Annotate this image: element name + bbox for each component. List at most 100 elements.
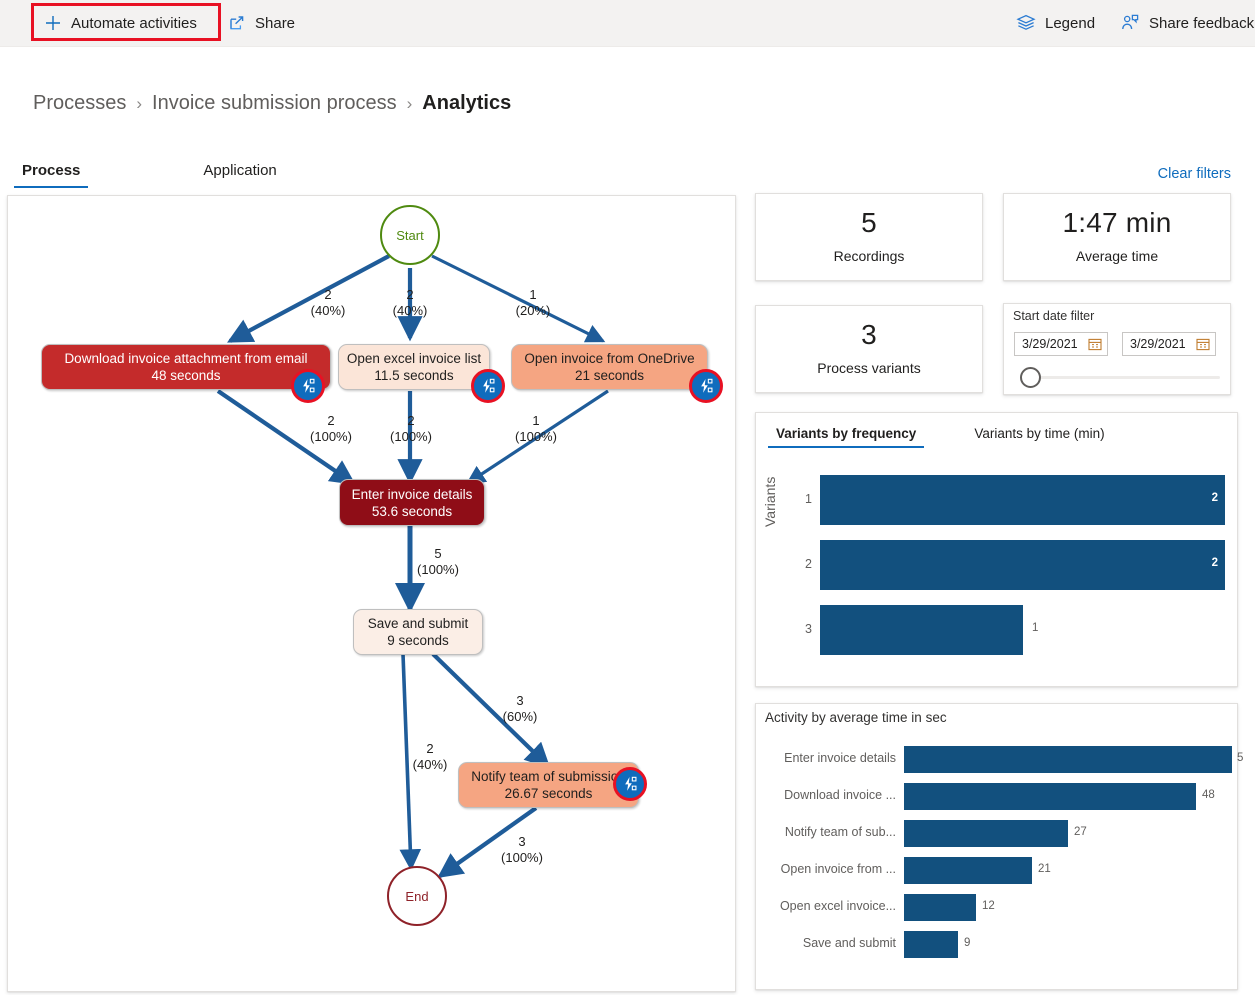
activity-bar-label: Open invoice from ... xyxy=(770,862,896,876)
activity-bar[interactable] xyxy=(904,931,958,958)
edge-label-start-onedrive: 1(20%) xyxy=(503,287,563,319)
activity-bar-row[interactable]: Notify team of sub... 27 xyxy=(756,820,1237,847)
kpi-label: Average time xyxy=(1004,248,1230,264)
activity-bar-value: 12 xyxy=(982,900,995,912)
start-date-filter-panel: Start date filter 3/29/2021 3/29/2021 xyxy=(1003,303,1231,395)
chart-tab-variants-by-time[interactable]: Variants by time (min) xyxy=(964,423,1114,448)
activity-bar-value: 5 xyxy=(1237,752,1243,764)
activity-bar-row[interactable]: Enter invoice details 5 xyxy=(756,746,1237,773)
node-label: Open excel invoice list xyxy=(347,350,481,367)
node-open-invoice-from-onedrive[interactable]: Open invoice from OneDrive 21 seconds xyxy=(511,344,708,390)
kpi-label: Recordings xyxy=(756,248,982,264)
node-label: Open invoice from OneDrive xyxy=(524,350,694,367)
date-range-slider[interactable] xyxy=(1020,366,1220,388)
start-date-input[interactable]: 3/29/2021 xyxy=(1014,332,1108,356)
edge-label-excel-enter: 2(100%) xyxy=(381,413,441,445)
process-map-edges xyxy=(8,196,736,992)
node-start[interactable]: Start xyxy=(380,205,440,265)
activity-bar-value: 9 xyxy=(964,937,970,949)
power-automate-flow-icon[interactable] xyxy=(471,369,505,403)
activity-bar[interactable] xyxy=(904,820,1068,847)
variants-bar-value: 1 xyxy=(1032,622,1038,634)
plus-icon xyxy=(44,14,62,32)
edge-label-enter-save: 5(100%) xyxy=(403,546,473,578)
breadcrumb-item-invoice-submission-process[interactable]: Invoice submission process xyxy=(152,92,397,115)
edge-label-onedrive-enter: 1(100%) xyxy=(506,413,566,445)
power-automate-flow-icon[interactable] xyxy=(689,369,723,403)
calendar-icon[interactable] xyxy=(1196,337,1210,356)
variants-bar-row[interactable]: 3 1 xyxy=(792,605,1227,655)
activity-bar[interactable] xyxy=(904,746,1232,773)
node-time: 48 seconds xyxy=(151,367,220,384)
variants-bar-category: 3 xyxy=(792,622,812,636)
kpi-value: 3 xyxy=(756,319,982,351)
chart-tab-variants-by-frequency[interactable]: Variants by frequency xyxy=(766,423,926,448)
activity-bar-row[interactable]: Save and submit 9 xyxy=(756,931,1237,958)
node-time: 11.5 seconds xyxy=(374,367,453,384)
variants-bar[interactable] xyxy=(820,605,1023,655)
breadcrumb-item-processes[interactable]: Processes xyxy=(33,92,126,115)
tab-application[interactable]: Application xyxy=(189,158,290,188)
activity-bar-label: Enter invoice details xyxy=(770,751,896,765)
slider-track[interactable] xyxy=(1034,376,1220,379)
end-date-input[interactable]: 3/29/2021 xyxy=(1122,332,1216,356)
edge-label-save-notify: 3(60%) xyxy=(490,693,550,725)
power-automate-flow-icon[interactable] xyxy=(613,767,647,801)
share-button[interactable]: Share xyxy=(228,8,295,38)
legend-label: Legend xyxy=(1045,15,1095,32)
activity-bar[interactable] xyxy=(904,857,1032,884)
activity-bar[interactable] xyxy=(904,894,976,921)
clear-filters-link[interactable]: Clear filters xyxy=(1158,166,1231,182)
breadcrumb: Processes › Invoice submission process ›… xyxy=(33,92,511,115)
activity-bar-label: Save and submit xyxy=(770,936,896,950)
variants-bar-row[interactable]: 2 2 xyxy=(792,540,1227,590)
activity-bar-row[interactable]: Open excel invoice... 12 xyxy=(756,894,1237,921)
edge-label-download-enter: 2(100%) xyxy=(301,413,361,445)
edge-label-notify-end: 3(100%) xyxy=(492,834,552,866)
process-map-canvas[interactable]: Start 2(40%) 2(40%) 1(20%) Download invo… xyxy=(8,196,736,992)
variants-bar-value: 2 xyxy=(1212,492,1218,504)
tab-process[interactable]: Process xyxy=(8,158,94,188)
process-map-panel: Start 2(40%) 2(40%) 1(20%) Download invo… xyxy=(7,195,736,992)
node-time: 9 seconds xyxy=(387,632,449,649)
slider-thumb[interactable] xyxy=(1020,367,1041,388)
end-date-value: 3/29/2021 xyxy=(1130,337,1186,351)
start-date-value: 3/29/2021 xyxy=(1022,337,1078,351)
node-end-label: End xyxy=(405,889,428,904)
edge-label-save-end: 2(40%) xyxy=(400,741,460,773)
variants-bar-row[interactable]: 1 2 xyxy=(792,475,1227,525)
variants-bar[interactable]: 2 xyxy=(820,475,1225,525)
variants-chart-panel: Variants by frequency Variants by time (… xyxy=(755,412,1238,687)
node-save-and-submit[interactable]: Save and submit 9 seconds xyxy=(353,609,483,655)
start-date-filter-label: Start date filter xyxy=(1013,309,1094,323)
kpi-card-average-time: 1:47 min Average time xyxy=(1003,193,1231,281)
variants-y-axis-title: Variants xyxy=(762,477,778,527)
command-bar: Automate activities Share Legend xyxy=(0,0,1255,47)
node-notify-team-of-submission[interactable]: Notify team of submission 26.67 seconds xyxy=(458,762,639,808)
kpi-value: 1:47 min xyxy=(1004,207,1230,239)
activity-bar-row[interactable]: Download invoice ... 48 xyxy=(756,783,1237,810)
breadcrumb-chevron-icon: › xyxy=(407,94,413,114)
share-feedback-button[interactable]: Share feedback xyxy=(1120,8,1254,38)
node-enter-invoice-details[interactable]: Enter invoice details 53.6 seconds xyxy=(339,479,485,526)
activity-bar-value: 48 xyxy=(1202,789,1215,801)
node-open-excel-invoice-list[interactable]: Open excel invoice list 11.5 seconds xyxy=(338,344,490,390)
node-download-invoice-attachment-from-email[interactable]: Download invoice attachment from email 4… xyxy=(41,344,331,390)
node-label: Enter invoice details xyxy=(352,486,473,503)
edge-label-start-excel: 2(40%) xyxy=(380,287,440,319)
node-time: 21 seconds xyxy=(575,367,644,384)
power-automate-flow-icon[interactable] xyxy=(291,369,325,403)
legend-button[interactable]: Legend xyxy=(1016,8,1095,38)
node-end[interactable]: End xyxy=(387,866,447,926)
share-feedback-label: Share feedback xyxy=(1149,15,1254,32)
activity-chart-title: Activity by average time in sec xyxy=(765,710,947,725)
automate-activities-button[interactable]: Automate activities xyxy=(44,8,197,38)
variants-bar-category: 2 xyxy=(792,557,812,571)
variants-bar-category: 1 xyxy=(792,492,812,506)
kpi-card-recordings: 5 Recordings xyxy=(755,193,983,281)
calendar-icon[interactable] xyxy=(1088,337,1102,356)
variants-bar[interactable]: 2 xyxy=(820,540,1225,590)
kpi-label: Process variants xyxy=(756,360,982,376)
activity-bar[interactable] xyxy=(904,783,1196,810)
activity-bar-row[interactable]: Open invoice from ... 21 xyxy=(756,857,1237,884)
